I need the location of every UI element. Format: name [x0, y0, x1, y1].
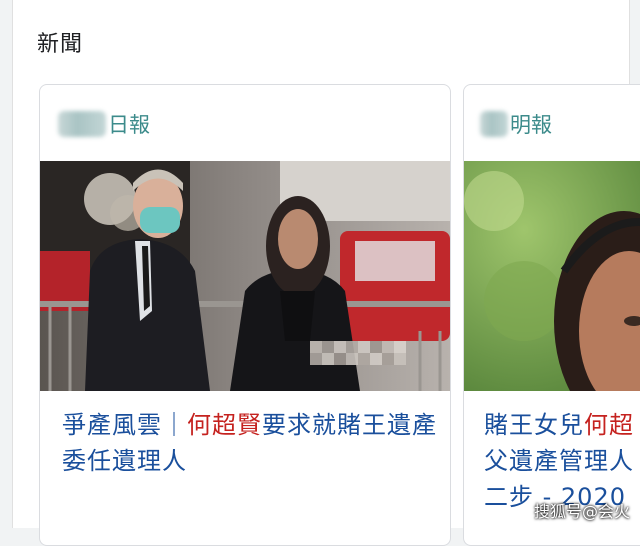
- news-source: 明報: [480, 109, 552, 139]
- thumbnail-image: [40, 161, 450, 391]
- headline-text: 父遺產管理人: [484, 443, 640, 479]
- news-source: 日報: [58, 109, 150, 139]
- headline-text: 賭王女兒: [484, 411, 584, 439]
- headline-text: 爭產風雲｜: [62, 411, 187, 439]
- news-thumbnail[interactable]: [40, 161, 450, 391]
- blurred-logo-icon: [58, 111, 106, 137]
- news-source-label: 明報: [510, 109, 552, 139]
- news-headline[interactable]: 爭產風雲｜何超賢要求就賭王遺產委任遺理人: [62, 407, 442, 479]
- news-card[interactable]: 明報 賭王女兒何超 父遺產管理人: [463, 84, 640, 546]
- watermark: 搜狐号@会火: [534, 498, 630, 522]
- news-thumbnail[interactable]: [464, 161, 640, 391]
- section-title: 新聞: [37, 26, 83, 58]
- thumbnail-image: [464, 161, 640, 391]
- news-source-label: 日報: [108, 109, 150, 139]
- headline-highlight: 何超: [584, 411, 634, 439]
- news-card[interactable]: 日報: [39, 84, 451, 546]
- blurred-logo-icon: [480, 111, 508, 137]
- headline-highlight: 何超賢: [187, 411, 262, 439]
- news-panel: 新聞 日報: [12, 0, 630, 528]
